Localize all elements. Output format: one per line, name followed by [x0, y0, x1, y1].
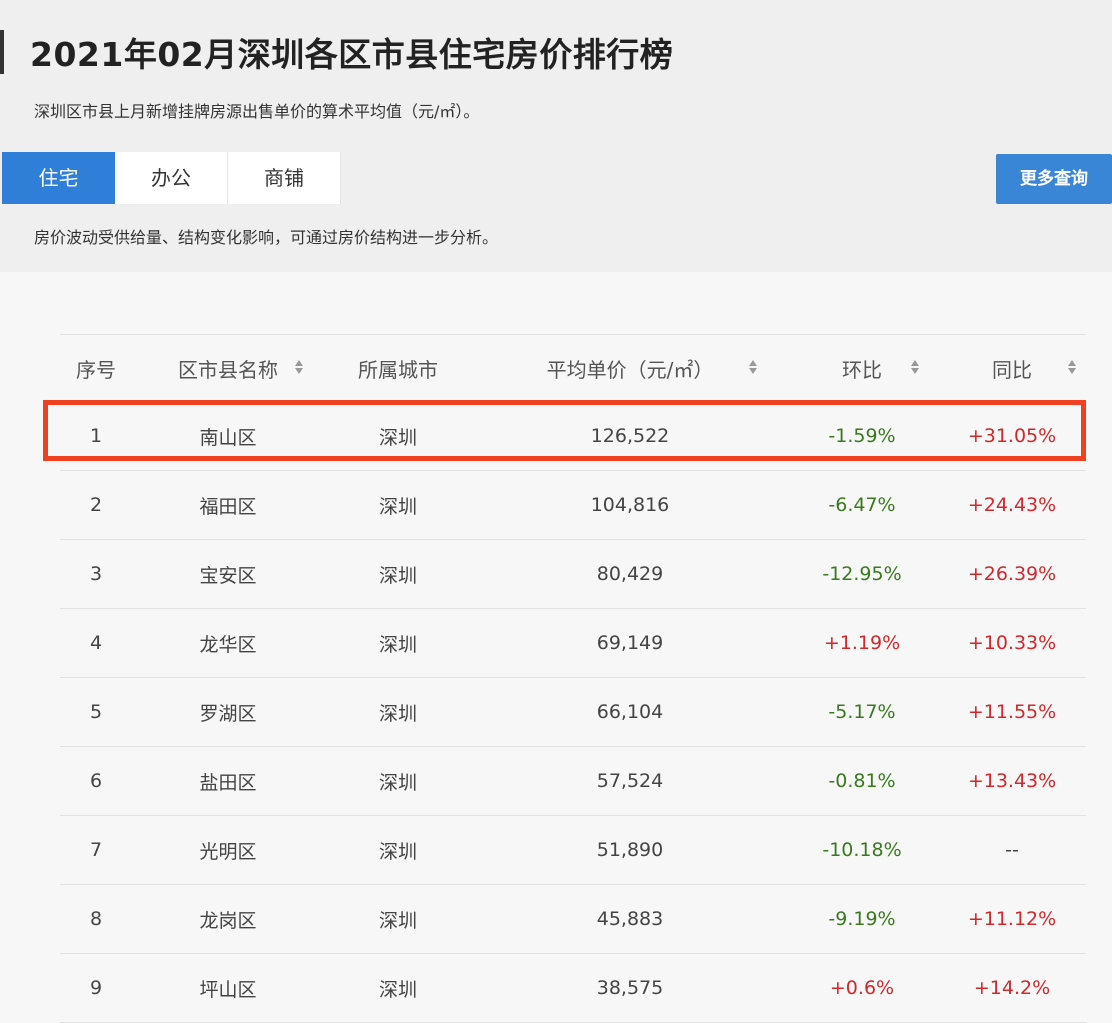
table-body: 1 南山区 深圳 126,522 -1.59% +31.05% 2 福田区 深圳 104,816-… [60, 402, 1086, 1023]
cell-mom: -10.18% [822, 839, 902, 861]
cell-price: 104,816 [590, 494, 670, 516]
cell-price: 66,104 [596, 701, 664, 723]
cell-rank: 7 [89, 839, 103, 861]
cell-rank: 6 [89, 770, 103, 792]
sort-icon[interactable] [294, 359, 304, 377]
tab-office[interactable]: 办公 [115, 152, 228, 204]
sort-icon[interactable] [748, 359, 758, 377]
cell-price: 45,883 [596, 908, 664, 930]
cell-mom: -5.17% [828, 701, 896, 723]
header-price[interactable]: 平均单价（元/㎡） [520, 335, 740, 401]
title-accent-bar [0, 30, 4, 74]
cell-mom: -0.81% [828, 770, 896, 792]
cell-mom: -6.47% [828, 494, 896, 516]
sort-icon[interactable] [1067, 359, 1077, 377]
cell-rank: 8 [89, 908, 103, 930]
cell-district: 龙岗区 [199, 909, 257, 932]
cell-yoy: +11.55% [967, 701, 1057, 723]
header-district[interactable]: 区市县名称 [160, 335, 296, 401]
page-subtitle: 深圳区市县上月新增挂牌房源出售单价的算术平均值（元/㎡）。 [34, 102, 480, 121]
cell-city: 深圳 [378, 978, 417, 1001]
cell-district: 坪山区 [199, 978, 257, 1001]
cell-district: 罗湖区 [199, 702, 257, 725]
page-title: 2021年02月深圳各区市县住宅房价排行榜 [30, 35, 674, 74]
cell-yoy: +13.43% [967, 770, 1057, 792]
cell-price: 57,524 [596, 770, 664, 792]
header-yoy[interactable]: 同比 [952, 335, 1072, 401]
cell-rank: 2 [89, 494, 103, 516]
table-row[interactable]: 7 光明区 深圳 51,890 -10.18% -- [60, 816, 1086, 885]
cell-mom: -12.95% [822, 563, 902, 585]
cell-yoy: +14.2% [973, 977, 1051, 999]
header-city: 所属城市 [358, 357, 438, 382]
header-rank: 序号 [76, 357, 116, 382]
cell-price: 38,575 [596, 977, 664, 999]
cell-city: 深圳 [378, 840, 417, 863]
table-row[interactable]: 4 龙华区 深圳 69,149 +1.19% +10.33% [60, 609, 1086, 678]
cell-district: 宝安区 [199, 564, 257, 587]
cell-rank: 9 [89, 977, 103, 999]
table-row[interactable]: 9 坪山区 深圳 38,575 +0.6% +14.2% [60, 954, 1086, 1023]
cell-yoy: +11.12% [967, 908, 1057, 930]
table-row[interactable]: 6 盐田区 深圳 57,524 -0.81% +13.43% [60, 747, 1086, 816]
cell-yoy: +26.39% [967, 563, 1057, 585]
cell-rank: 4 [89, 632, 103, 654]
cell-district: 龙华区 [199, 633, 257, 656]
cell-city: 深圳 [378, 633, 417, 656]
cell-mom: +1.19% [823, 632, 901, 654]
tab-shop[interactable]: 商铺 [228, 152, 341, 204]
cell-yoy: +24.43% [967, 494, 1057, 516]
cell-rank: 5 [89, 701, 103, 723]
property-type-tabs: 住宅 办公 商铺 [2, 152, 341, 204]
cell-city: 深圳 [378, 495, 417, 518]
price-note: 房价波动受供给量、结构变化影响，可通过房价结构进一步分析。 [34, 228, 499, 247]
cell-city: 深圳 [378, 702, 417, 725]
more-query-button[interactable]: 更多查询 [996, 154, 1112, 204]
cell-rank: 3 [89, 563, 103, 585]
cell-city: 深圳 [378, 909, 417, 932]
cell-mom: -9.19% [828, 908, 896, 930]
cell-yoy: +10.33% [967, 632, 1057, 654]
header-panel: 2021年02月深圳各区市县住宅房价排行榜 深圳区市县上月新增挂牌房源出售单价的… [0, 0, 1112, 272]
cell-mom: +0.6% [829, 977, 895, 999]
table-row[interactable]: 3 宝安区 深圳 80,429 -12.95% +26.39% [60, 540, 1086, 609]
table-row[interactable]: 5 罗湖区 深圳 66,104 -5.17% +11.55% [60, 678, 1086, 747]
cell-city: 深圳 [378, 771, 417, 794]
cell-yoy: -- [1005, 839, 1019, 861]
cell-city: 深圳 [378, 564, 417, 587]
sort-icon[interactable] [910, 359, 920, 377]
header-mom[interactable]: 环比 [800, 335, 924, 401]
highlight-box [43, 400, 1086, 461]
cell-district: 光明区 [199, 840, 257, 863]
table-row[interactable]: 2 福田区 深圳 104,816 -6.47% +24.43% [60, 471, 1086, 540]
table-header-row: 序号 区市县名称 所属城市 平均单价（元/㎡） 环比 同比 [60, 334, 1086, 402]
cell-price: 51,890 [596, 839, 664, 861]
cell-district: 盐田区 [199, 771, 257, 794]
table-row[interactable]: 8 龙岗区 深圳 45,883 -9.19% +11.12% [60, 885, 1086, 954]
cell-price: 69,149 [596, 632, 664, 654]
tab-residential[interactable]: 住宅 [2, 152, 115, 204]
cell-price: 80,429 [596, 563, 664, 585]
cell-district: 福田区 [199, 495, 257, 518]
